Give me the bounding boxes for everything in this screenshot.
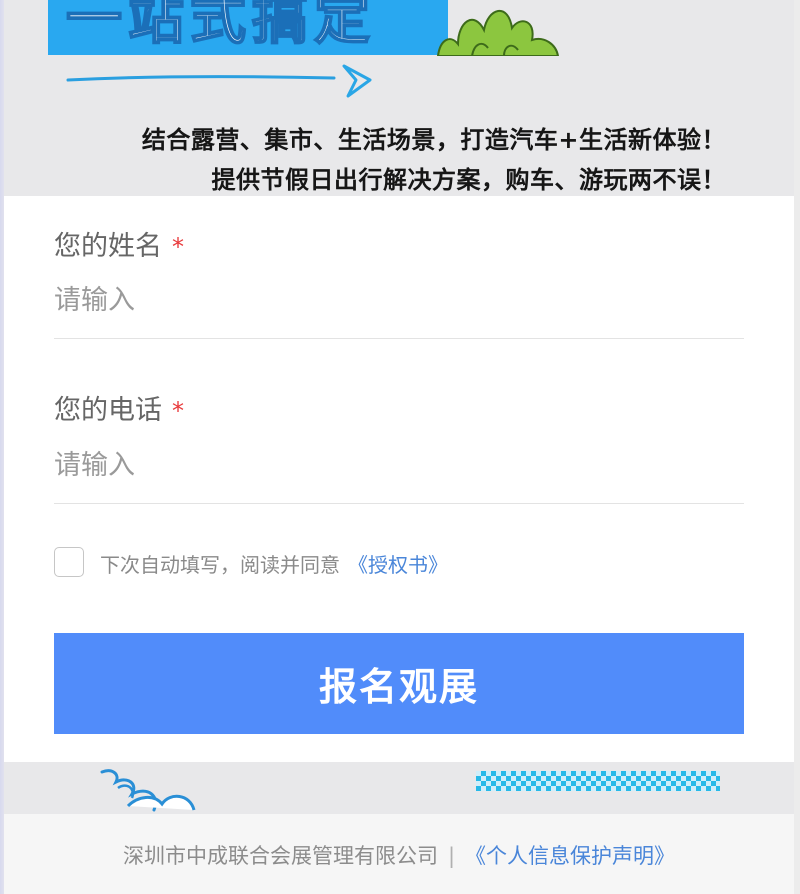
register-button[interactable]: 报名观展 bbox=[54, 633, 744, 734]
footer-separator: | bbox=[447, 844, 456, 868]
checker-strip bbox=[476, 771, 720, 791]
bush-decoration-icon bbox=[436, 9, 560, 56]
page: 一站式搞定 结合露营、集市、生活场景，打造汽车+生活新体验！ 提供节假日出行解决… bbox=[4, 0, 794, 894]
phone-label-text: 您的电话 bbox=[54, 395, 162, 426]
authorization-link[interactable]: 《授权书》 bbox=[348, 553, 448, 577]
name-field-label: 您的姓名 * bbox=[54, 224, 184, 263]
arrow-decoration-icon bbox=[66, 64, 372, 98]
headline-text: 一站式搞定 bbox=[65, 0, 376, 53]
agree-label: 下次自动填写，阅读并同意 bbox=[100, 553, 340, 577]
phone-required-mark: * bbox=[172, 397, 184, 425]
privacy-policy-link[interactable]: 《个人信息保护声明》 bbox=[465, 844, 675, 868]
name-label-text: 您的姓名 bbox=[54, 231, 162, 262]
registration-form: 您的姓名 * 您的电话 * 下次自动填写，阅读并同意《授权书》 报名观展 bbox=[4, 196, 794, 762]
company-name: 深圳市中成联合会展管理有限公司 bbox=[122, 844, 438, 868]
swirl-decoration-icon bbox=[100, 769, 196, 812]
decoration-band bbox=[4, 762, 794, 814]
phone-field-label: 您的电话 * bbox=[54, 388, 184, 427]
hero-banner: 一站式搞定 结合露营、集市、生活场景，打造汽车+生活新体验！ 提供节假日出行解决… bbox=[4, 0, 794, 196]
slogan-line-2: 提供节假日出行解决方案，购车、游玩两不误！ bbox=[211, 166, 726, 194]
name-input[interactable] bbox=[54, 276, 744, 324]
agree-checkbox[interactable] bbox=[54, 547, 84, 577]
footer: 深圳市中成联合会展管理有限公司 | 《个人信息保护声明》 bbox=[4, 814, 794, 894]
slogan-line-1: 结合露营、集市、生活场景，打造汽车+生活新体验！ bbox=[141, 126, 726, 154]
phone-field-divider bbox=[54, 503, 744, 504]
phone-input[interactable] bbox=[54, 441, 744, 489]
agree-text: 下次自动填写，阅读并同意 《授权书》 bbox=[100, 549, 448, 578]
name-field-divider bbox=[54, 338, 744, 339]
name-required-mark: * bbox=[172, 233, 184, 261]
